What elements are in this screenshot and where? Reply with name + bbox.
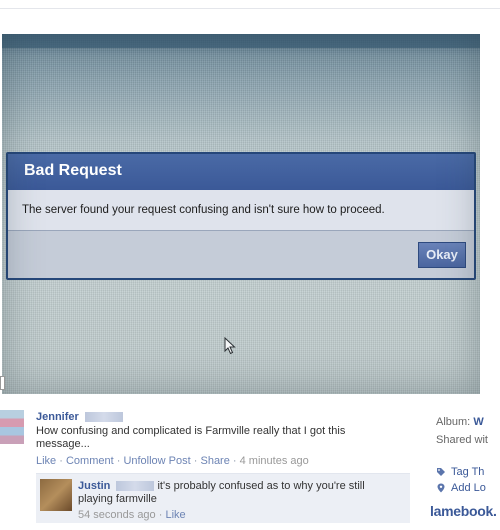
share-link[interactable]: Share	[200, 455, 229, 467]
add-location-label: Add Lo	[451, 482, 486, 494]
photo-edge-marker	[0, 376, 5, 390]
dialog-title: Bad Request	[24, 162, 122, 179]
album-link[interactable]: W	[473, 416, 483, 428]
dialog-header: Bad Request	[8, 154, 474, 190]
comment-like-link[interactable]: Like	[165, 509, 185, 521]
post-timestamp[interactable]: 4 minutes ago	[240, 455, 309, 467]
comment-body: Justin it's probably confused as to why …	[78, 480, 398, 522]
post-text: How confusing and complicated is Farmvil…	[36, 425, 346, 450]
monitor-frame	[2, 34, 480, 48]
album-label: Album:	[436, 416, 471, 428]
mouse-cursor-icon	[224, 337, 236, 355]
album-row: Album: W	[436, 416, 500, 434]
comment-timestamp[interactable]: 54 seconds ago	[78, 509, 156, 521]
separator: ·	[56, 455, 66, 467]
bad-request-dialog: Bad Request The server found your reques…	[6, 152, 476, 280]
dialog-footer: Okay	[8, 230, 474, 278]
separator: ·	[229, 455, 240, 467]
tag-photo-action[interactable]: Tag Th	[436, 464, 500, 480]
lamebook-watermark: lamebook.	[430, 503, 497, 519]
post: Jennifer How confusing and complicated i…	[36, 411, 416, 468]
redacted-surname	[84, 412, 123, 423]
dialog-message: The server found your request confusing …	[22, 204, 385, 216]
shared-with-row: Shared wit	[436, 434, 488, 446]
tag-photo-label: Tag Th	[451, 466, 485, 478]
dialog-body: The server found your request confusing …	[8, 190, 474, 230]
tag-icon	[437, 468, 445, 476]
redacted-surname	[116, 481, 155, 492]
photo-info-sidebar: Album: W Shared wit	[436, 416, 500, 452]
post-photo[interactable]: Bad Request The server found your reques…	[2, 34, 480, 394]
okay-button: Okay	[418, 242, 466, 268]
separator: ·	[113, 455, 124, 467]
comment-meta: 54 seconds ago · Like	[78, 509, 398, 522]
avatar[interactable]	[40, 479, 72, 511]
comment-author[interactable]: Justin	[78, 480, 110, 492]
post-actions: Like · Comment · Unfollow Post · Share ·…	[36, 455, 416, 468]
avatar[interactable]	[0, 410, 24, 444]
top-divider	[0, 8, 500, 9]
like-link[interactable]: Like	[36, 455, 56, 467]
photo-actions: Tag Th Add Lo	[436, 464, 500, 496]
location-pin-icon	[437, 483, 445, 493]
comment-link[interactable]: Comment	[66, 455, 114, 467]
post-author[interactable]: Jennifer	[36, 411, 79, 423]
unfollow-post-link[interactable]: Unfollow Post	[123, 455, 190, 467]
add-location-action[interactable]: Add Lo	[436, 480, 500, 496]
separator: ·	[155, 509, 166, 521]
comment: Justin it's probably confused as to why …	[36, 473, 410, 523]
